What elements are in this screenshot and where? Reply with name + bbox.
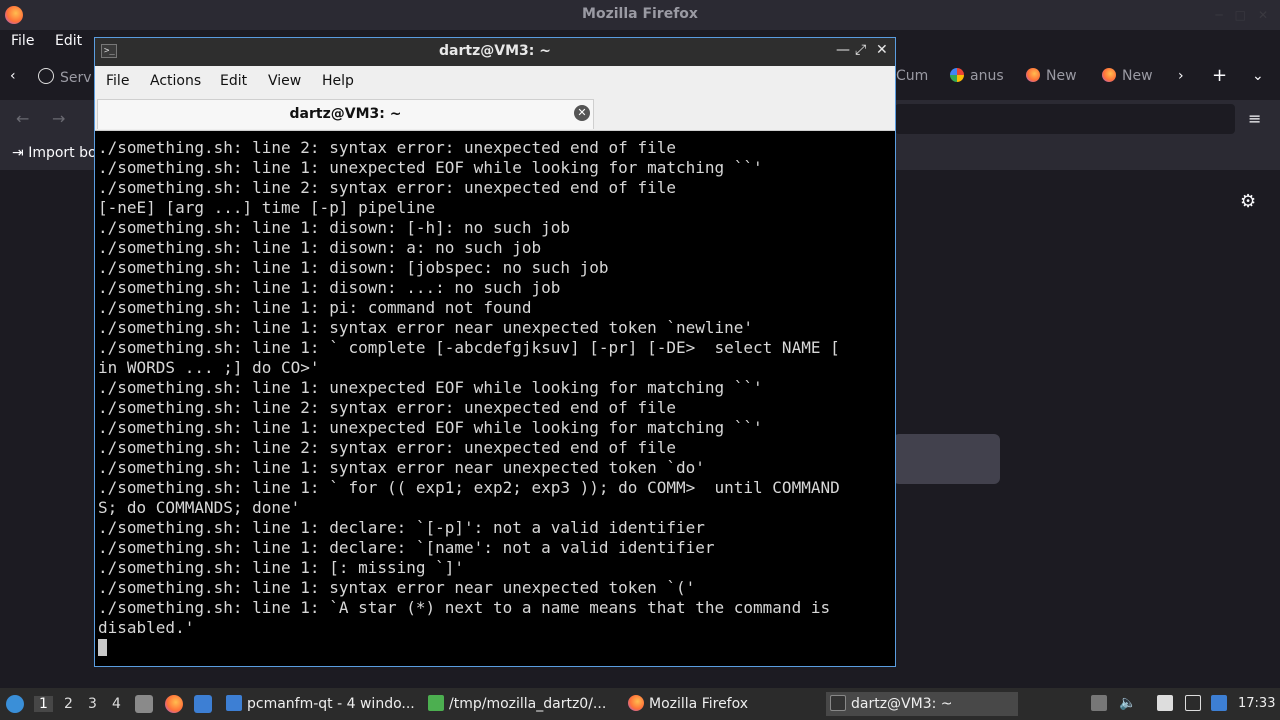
terminal-line: ./something.sh: line 1: unexpected EOF w… [98, 378, 763, 397]
firefox-window-controls[interactable]: ─□✕ [1215, 8, 1280, 22]
firefox-tab[interactable]: New [1102, 68, 1153, 84]
terminal-line: ./something.sh: line 1: pi: command not … [98, 298, 532, 317]
import-bookmarks-button[interactable]: ⇥ Import bo [12, 145, 97, 161]
new-tab-icon[interactable]: + [1212, 65, 1227, 86]
taskbar-task-firefox[interactable]: Mozilla Firefox [628, 692, 816, 716]
firefox-menu-edit[interactable]: Edit [55, 33, 82, 49]
firefox-tab[interactable]: anus [950, 68, 1004, 84]
terminal-icon [830, 695, 846, 711]
terminal-line: ./something.sh: line 1: disown: a: no su… [98, 238, 542, 257]
terminal-tabbar: dartz@VM3: ~ ✕ [95, 96, 895, 131]
workspace-4[interactable]: 4 [112, 696, 121, 712]
terminal-line: ./something.sh: line 2: syntax error: un… [98, 138, 676, 157]
workspace-1[interactable]: 1 [34, 696, 53, 712]
volume-icon[interactable]: 🔈 [1119, 695, 1136, 711]
workspace-3[interactable]: 3 [88, 696, 97, 712]
folder-icon [226, 695, 242, 711]
firefox-tab[interactable]: Cum [896, 68, 928, 84]
close-icon[interactable]: ✕ [876, 42, 888, 58]
terminal-output-area[interactable]: ./something.sh: line 2: syntax error: un… [97, 132, 893, 664]
forward-arrow-icon[interactable]: → [52, 109, 65, 128]
terminal-tab[interactable]: dartz@VM3: ~ ✕ [97, 99, 594, 129]
menu-actions[interactable]: Actions [150, 73, 201, 89]
terminal-line: ./something.sh: line 1: syntax error nea… [98, 318, 754, 337]
tab-scroll-left-icon[interactable]: ‹ [10, 68, 16, 84]
firefox-icon [1102, 68, 1116, 82]
taskbar-task-terminal[interactable]: dartz@VM3: ~ [826, 692, 1018, 716]
taskbar-task-tmp-folder[interactable]: /tmp/mozilla_dartz0/... [428, 692, 616, 716]
terminal-line: ./something.sh: line 1: declare: `[name'… [98, 538, 715, 557]
terminal-line: ./something.sh: line 1: syntax error nea… [98, 458, 705, 477]
terminal-titlebar: >_ dartz@VM3: ~ — ⤢ ✕ [95, 38, 895, 66]
terminal-line: ./something.sh: line 1: disown: ...: no … [98, 278, 561, 297]
terminal-tab-label: dartz@VM3: ~ [289, 106, 402, 122]
search-box[interactable] [893, 434, 1000, 484]
terminal-line: ./something.sh: line 2: syntax error: un… [98, 398, 676, 417]
hamburger-menu-icon[interactable]: ≡ [1248, 109, 1261, 128]
firefox-launcher-icon[interactable] [165, 695, 183, 713]
terminal-cursor [98, 639, 107, 656]
firefox-icon [1026, 68, 1040, 82]
menu-file[interactable]: File [106, 73, 129, 89]
taskbar: 1 2 3 4 pcmanfm-qt - 4 windo... /tmp/moz… [0, 688, 1280, 720]
terminal-line: ./something.sh: line 1: unexpected EOF w… [98, 158, 763, 177]
terminal-line: in WORDS ... ;] do CO>' [98, 358, 320, 377]
terminal-line: ./something.sh: line 1: ` for (( exp1; e… [98, 478, 840, 497]
maximize-icon[interactable]: ⤢ [855, 42, 866, 58]
network-icon[interactable] [1185, 695, 1201, 711]
updates-icon[interactable] [1211, 695, 1227, 711]
terminal-line: ./something.sh: line 1: declare: `[-p]':… [98, 518, 705, 537]
terminal-menubar: File Actions Edit View Help [95, 66, 895, 96]
back-arrow-icon[interactable]: ← [16, 109, 29, 128]
list-tabs-icon[interactable]: ⌄ [1252, 68, 1264, 84]
taskbar-task-pcmanfm[interactable]: pcmanfm-qt - 4 windo... [226, 692, 415, 716]
google-icon [950, 68, 964, 82]
file-manager-launcher-icon[interactable] [194, 695, 212, 713]
terminal-line: ./something.sh: line 2: syntax error: un… [98, 438, 676, 457]
firefox-window-title: Mozilla Firefox [582, 6, 698, 22]
clock[interactable]: 17:33 [1238, 696, 1275, 711]
menu-edit[interactable]: Edit [220, 73, 247, 89]
terminal-line: ./something.sh: line 1: ` complete [-abc… [98, 338, 840, 357]
tab-scroll-right-icon[interactable]: › [1178, 68, 1184, 84]
terminal-line: disabled.' [98, 618, 195, 637]
terminal-window: >_ dartz@VM3: ~ — ⤢ ✕ File Actions Edit … [94, 37, 896, 667]
terminal-line: ./something.sh: line 1: syntax error nea… [98, 578, 696, 597]
terminal-output: ./something.sh: line 2: syntax error: un… [97, 132, 893, 658]
info-icon [38, 68, 54, 84]
firefox-tab[interactable]: Serv [38, 68, 92, 86]
menu-help[interactable]: Help [322, 73, 354, 89]
menu-view[interactable]: View [268, 73, 301, 89]
clipboard-icon[interactable] [1157, 695, 1173, 711]
terminal-line: ./something.sh: line 1: `A star (*) next… [98, 598, 831, 617]
terminal-line: ./something.sh: line 1: unexpected EOF w… [98, 418, 763, 437]
firefox-tab[interactable]: New [1026, 68, 1077, 84]
terminal-line: S; do COMMANDS; done' [98, 498, 301, 517]
terminal-line: ./something.sh: line 1: [: missing `]' [98, 558, 465, 577]
terminal-line: ./something.sh: line 1: disown: [jobspec… [98, 258, 609, 277]
import-icon: ⇥ [12, 145, 29, 161]
gear-icon[interactable]: ⚙ [1240, 191, 1256, 212]
tray-arrow-icon[interactable] [1091, 695, 1107, 711]
terminal-line: ./something.sh: line 1: disown: [-h]: no… [98, 218, 571, 237]
terminal-window-title: dartz@VM3: ~ [439, 43, 551, 59]
show-desktop-icon[interactable] [135, 695, 153, 713]
archive-icon [428, 695, 444, 711]
firefox-menu-file[interactable]: File [11, 33, 34, 49]
url-bar[interactable] [895, 104, 1235, 134]
start-menu-icon[interactable] [6, 695, 24, 713]
tab-close-icon[interactable]: ✕ [574, 105, 590, 121]
minimize-icon[interactable]: — [836, 42, 850, 58]
workspace-2[interactable]: 2 [64, 696, 73, 712]
terminal-line: ./something.sh: line 2: syntax error: un… [98, 178, 676, 197]
firefox-titlebar: Mozilla Firefox ─□✕ [0, 0, 1280, 30]
terminal-line: [-neE] [arg ...] time [-p] pipeline [98, 198, 436, 217]
firefox-icon [628, 695, 644, 711]
